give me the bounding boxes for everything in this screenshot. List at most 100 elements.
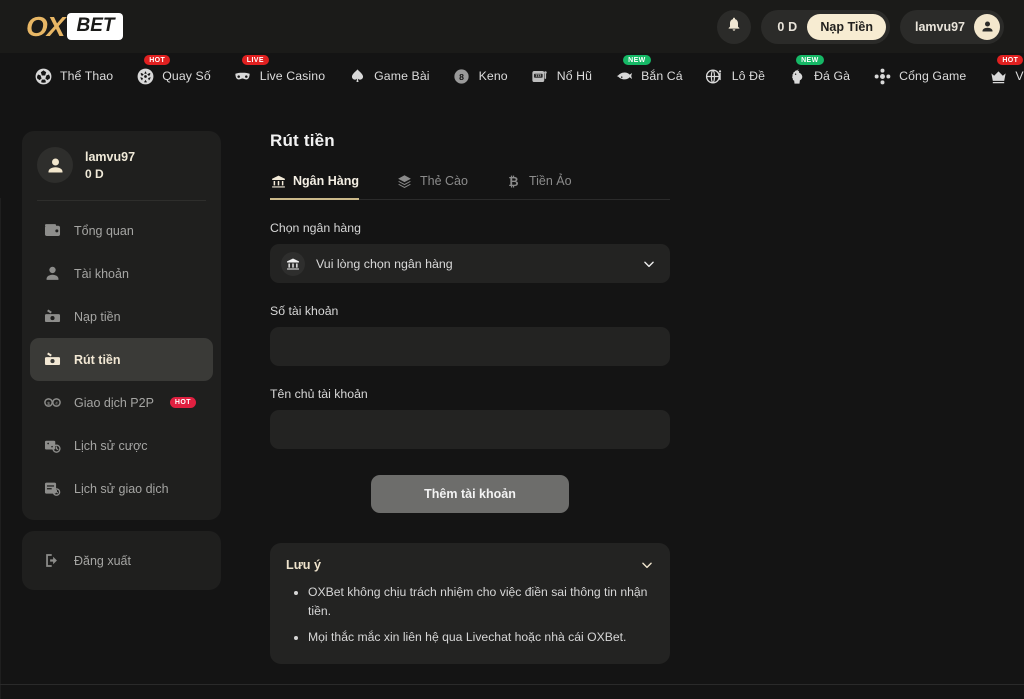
nav-label: Quay Số bbox=[162, 69, 211, 83]
nav-label: Keno bbox=[479, 69, 508, 83]
crown-icon bbox=[988, 66, 1008, 86]
svg-text:₿: ₿ bbox=[509, 174, 519, 188]
p2p-exchange-icon: $₫ bbox=[42, 393, 62, 413]
bet-history-icon bbox=[42, 436, 62, 456]
avatar bbox=[974, 14, 1000, 40]
account-number-input[interactable] bbox=[270, 327, 670, 366]
balance-amount: 0 D bbox=[777, 20, 797, 34]
nav-label: Cổng Game bbox=[899, 69, 966, 83]
bank-select-value: Vui lòng chọn ngân hàng bbox=[316, 257, 453, 271]
nav-item-quay-so[interactable]: HOT Quay Số bbox=[124, 53, 222, 99]
sidebar-profile[interactable]: lamvu97 0 D bbox=[22, 131, 221, 200]
chevron-down-icon bbox=[642, 257, 656, 271]
nav-item-cong-game[interactable]: Cổng Game bbox=[861, 53, 977, 99]
tab-ngan-hang[interactable]: Ngân Hàng bbox=[270, 173, 359, 199]
sidebar-item-label: Đăng xuất bbox=[74, 554, 131, 568]
nav-badge-hot: HOT bbox=[144, 55, 170, 65]
bank-select-label: Chọn ngân hàng bbox=[270, 221, 670, 235]
overview-wallet-icon bbox=[42, 221, 62, 241]
account-holder-field: Tên chủ tài khoản bbox=[270, 387, 670, 449]
notes-header[interactable]: Lưu ý bbox=[286, 558, 654, 572]
sidebar-item-dang-xuat[interactable]: Đăng xuất bbox=[30, 539, 213, 582]
fish-icon bbox=[614, 66, 634, 86]
sidebar-item-lich-su-cuoc[interactable]: Lịch sử cược bbox=[30, 424, 213, 467]
casino-mask-icon bbox=[233, 66, 253, 86]
nav-label: Game Bài bbox=[374, 69, 429, 83]
transaction-history-icon bbox=[42, 479, 62, 499]
rooster-icon bbox=[787, 66, 807, 86]
nav-item-keno[interactable]: 8 Keno bbox=[441, 53, 519, 99]
balance-pill: 0 D Nạp Tiền bbox=[761, 10, 890, 44]
withdraw-money-icon bbox=[42, 350, 62, 370]
svg-text:8: 8 bbox=[459, 72, 464, 82]
nav-item-no-hu[interactable]: 777 Nổ Hũ bbox=[519, 53, 603, 99]
account-number-label: Số tài khoản bbox=[270, 304, 670, 318]
spade-card-icon bbox=[347, 66, 367, 86]
tab-label: Tiền Ảo bbox=[529, 174, 572, 188]
nav-item-ban-ca[interactable]: NEW Bắn Cá bbox=[603, 53, 694, 99]
sidebar-item-rut-tien[interactable]: Rút tiền bbox=[30, 338, 213, 381]
profile-meta: lamvu97 0 D bbox=[85, 150, 135, 181]
sidebar-item-tai-khoan[interactable]: Tài khoản bbox=[30, 252, 213, 295]
nav-item-live-casino[interactable]: LIVE Live Casino bbox=[222, 53, 336, 99]
nav-label: VIP bbox=[1015, 69, 1024, 83]
deposit-money-icon bbox=[42, 307, 62, 327]
logout-icon bbox=[42, 551, 62, 571]
user-menu-button[interactable]: lamvu97 bbox=[900, 10, 1004, 44]
nav-item-vip[interactable]: HOT VIP bbox=[977, 53, 1024, 99]
tab-label: Thẻ Cào bbox=[420, 174, 468, 188]
nav-label: Bắn Cá bbox=[641, 69, 683, 83]
main-content: Rút tiền Ngân Hàng Thẻ Cào ₿ bbox=[270, 131, 670, 664]
account-holder-input[interactable] bbox=[270, 410, 670, 449]
gamepad-icon bbox=[872, 66, 892, 86]
page-title: Rút tiền bbox=[270, 131, 670, 151]
sidebar-card: lamvu97 0 D Tổng quan bbox=[22, 131, 221, 520]
nav-label: Live Casino bbox=[260, 69, 325, 83]
tab-the-cao[interactable]: Thẻ Cào bbox=[397, 173, 468, 199]
cards-icon bbox=[397, 173, 413, 189]
footer-divider bbox=[0, 684, 1024, 685]
deposit-button[interactable]: Nạp Tiền bbox=[807, 14, 886, 40]
notification-button[interactable] bbox=[717, 10, 751, 44]
add-account-button[interactable]: Thêm tài khoản bbox=[371, 475, 569, 513]
logout-card: Đăng xuất bbox=[22, 531, 221, 590]
nav-item-da-ga[interactable]: NEW Đá Gà bbox=[776, 53, 861, 99]
page-body: lamvu97 0 D Tổng quan bbox=[0, 99, 1024, 684]
nav-badge-new: NEW bbox=[796, 55, 824, 65]
keno-ball-icon: 8 bbox=[452, 66, 472, 86]
nav-label: Nổ Hũ bbox=[557, 69, 592, 83]
sidebar-item-label: Lịch sử giao dịch bbox=[74, 482, 169, 496]
account-sidebar: lamvu97 0 D Tổng quan bbox=[22, 131, 221, 590]
nav-label: Đá Gà bbox=[814, 69, 850, 83]
sidebar-item-tong-quan[interactable]: Tổng quan bbox=[30, 209, 213, 252]
notes-panel: Lưu ý OXBet không chịu trách nhiệm cho v… bbox=[270, 543, 670, 664]
withdraw-page: OX BET 0 D Nạp Tiền lamvu97 bbox=[0, 0, 1024, 699]
nav-label: Lô Đề bbox=[732, 69, 765, 83]
sidebar-item-label: Tổng quan bbox=[74, 224, 134, 238]
profile-balance: 0 D bbox=[85, 167, 135, 181]
bank-select[interactable]: Vui lòng chọn ngân hàng bbox=[270, 244, 670, 283]
nav-item-the-thao[interactable]: Thể Thao bbox=[22, 53, 124, 99]
account-number-field: Số tài khoản bbox=[270, 304, 670, 366]
slot-machine-icon: 777 bbox=[530, 66, 550, 86]
sidebar-item-lich-su-giao-dich[interactable]: Lịch sử giao dịch bbox=[30, 467, 213, 510]
header-username: lamvu97 bbox=[915, 20, 965, 34]
svg-text:$: $ bbox=[47, 401, 50, 407]
nav-label: Thể Thao bbox=[60, 69, 113, 83]
chevron-down-icon[interactable] bbox=[640, 558, 654, 572]
nav-item-game-bai[interactable]: Game Bài bbox=[336, 53, 440, 99]
sidebar-item-nap-tien[interactable]: Nạp tiền bbox=[30, 295, 213, 338]
site-logo[interactable]: OX BET bbox=[26, 11, 123, 43]
tab-label: Ngân Hàng bbox=[293, 174, 359, 188]
nav-item-lo-de[interactable]: Lô Đề bbox=[694, 53, 776, 99]
sidebar-item-label: Lịch sử cược bbox=[74, 439, 148, 453]
soccer-ball-icon bbox=[33, 66, 53, 86]
logo-text-ox: OX bbox=[26, 11, 64, 43]
sidebar-item-giao-dich-p2p[interactable]: $₫ Giao dịch P2P HOT bbox=[30, 381, 213, 424]
main-nav: Thể Thao HOT Quay Số LIVE Live Casino Ga… bbox=[0, 53, 1024, 99]
header-actions: 0 D Nạp Tiền lamvu97 bbox=[717, 10, 1004, 44]
nav-badge-new: NEW bbox=[623, 55, 651, 65]
left-edge-divider bbox=[0, 198, 1, 699]
tab-tien-ao[interactable]: ₿ Tiền Ảo bbox=[506, 173, 572, 199]
lottery-ball-icon bbox=[705, 66, 725, 86]
